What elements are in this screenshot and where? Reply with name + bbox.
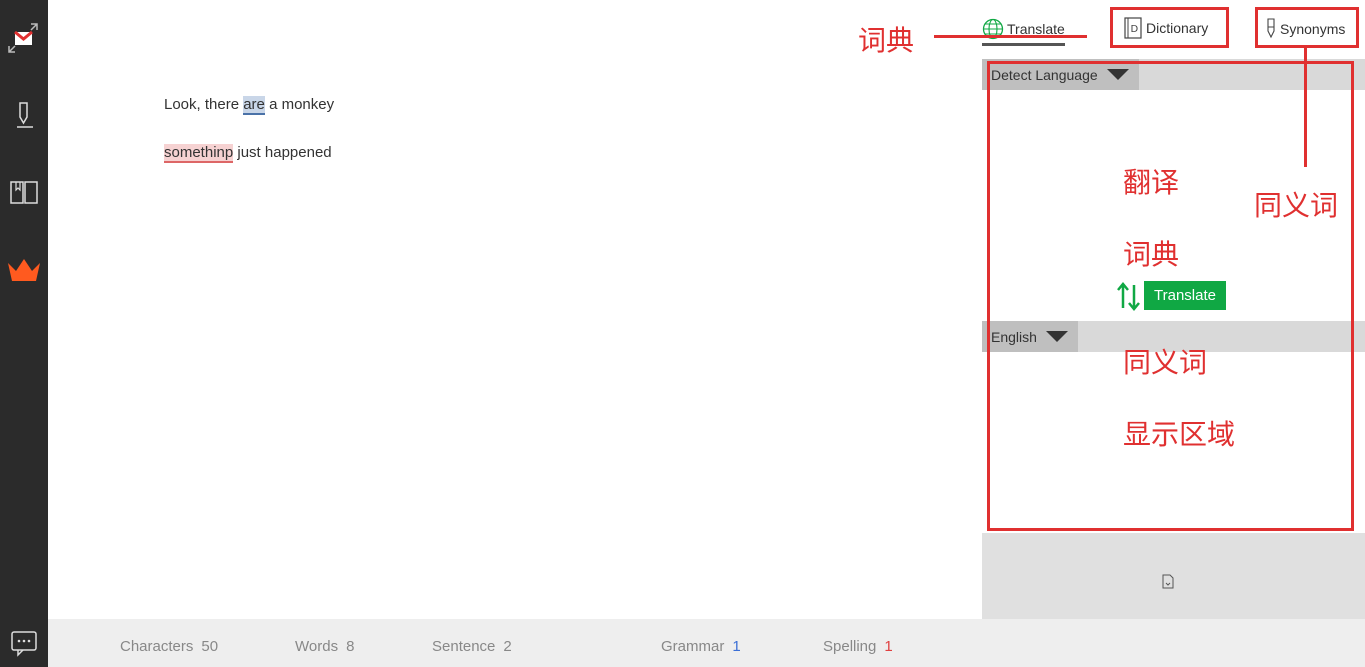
stat-value: 1 <box>884 638 893 655</box>
grammar-flag[interactable]: are <box>243 96 265 115</box>
chat-icon[interactable] <box>4 623 44 663</box>
annotation-box-display-area <box>987 61 1354 531</box>
spelling-flag[interactable]: somethinp <box>164 144 234 163</box>
editor-area[interactable]: Look, there are a monkey somethinp just … <box>48 0 982 619</box>
stat-value: 2 <box>503 638 512 655</box>
status-bar: Characters 50 Words 8 Sentence 2 Grammar 1 S… <box>48 619 1365 667</box>
text-segment: just happened <box>233 144 332 161</box>
stat-label: Words <box>295 638 339 655</box>
annotation-area-label: 词典 <box>1123 238 1180 271</box>
text-segment: Look, there <box>164 96 244 113</box>
stat-value: 1 <box>732 638 741 655</box>
text-segment: a monkey <box>264 96 335 113</box>
stat-characters: Characters 50 <box>120 638 218 655</box>
annotation-connector <box>934 35 1087 38</box>
stat-label: Spelling <box>823 638 877 655</box>
stat-sentence: Sentence 2 <box>432 638 512 655</box>
stat-value: 8 <box>346 638 355 655</box>
book-icon[interactable] <box>4 172 44 212</box>
annotation-area-label: 同义词 <box>1123 346 1208 379</box>
annotation-box-dictionary <box>1110 7 1229 48</box>
gmail-collapse-icon[interactable] <box>4 18 44 58</box>
tab-translate[interactable]: Translate <box>982 18 1065 46</box>
annotation-dictionary: 词典 <box>858 24 915 57</box>
editor-line[interactable]: somethinp just happened <box>164 144 332 163</box>
stat-words: Words 8 <box>295 638 354 655</box>
annotation-area-label: 翻译 <box>1123 166 1180 199</box>
panel-footer <box>982 533 1365 619</box>
crown-icon[interactable] <box>4 250 44 290</box>
annotation-area-label: 显示区域 <box>1123 418 1236 451</box>
editor-line[interactable]: Look, there are a monkey <box>164 96 335 115</box>
stat-value: 50 <box>201 638 219 655</box>
pen-icon[interactable] <box>4 95 44 135</box>
sidebar <box>0 0 48 667</box>
stat-grammar[interactable]: Grammar 1 <box>661 638 741 655</box>
file-icon[interactable] <box>1162 574 1174 589</box>
stat-label: Sentence <box>432 638 496 655</box>
stat-label: Characters <box>120 638 194 655</box>
annotation-box-synonyms <box>1255 7 1359 48</box>
stat-label: Grammar <box>661 638 725 655</box>
stat-spelling[interactable]: Spelling 1 <box>823 638 893 655</box>
